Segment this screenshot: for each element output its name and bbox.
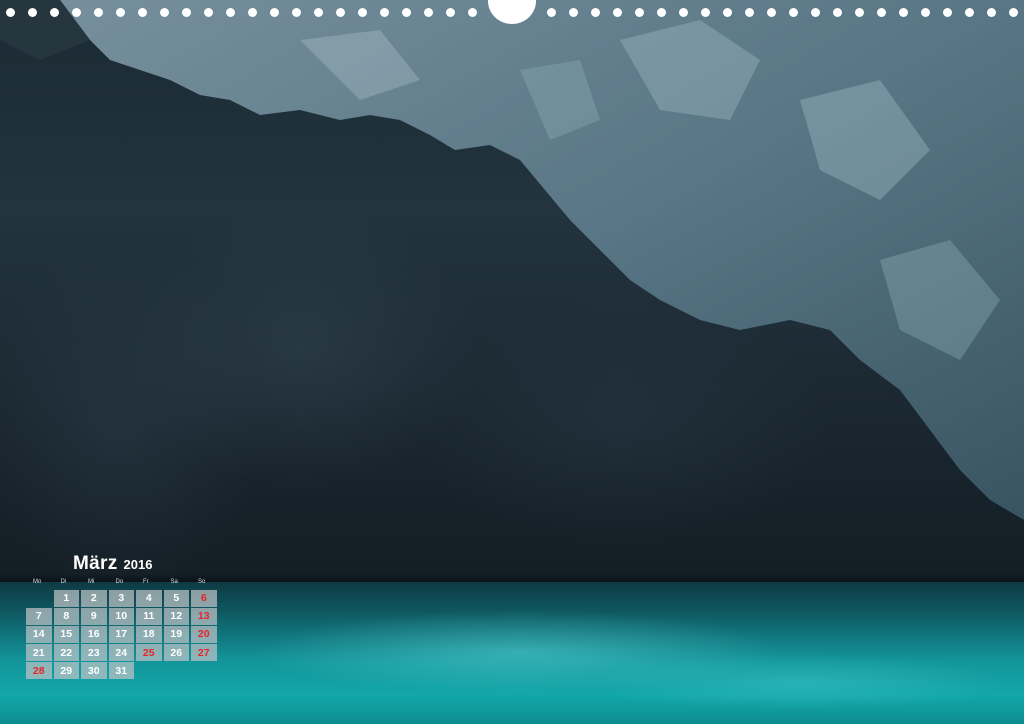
binding-hole	[358, 7, 367, 17]
day-cell: 8	[53, 608, 79, 625]
weekday-label: Fr	[143, 579, 149, 585]
day-cell: 15	[53, 626, 79, 643]
day-cell: 12	[163, 608, 189, 625]
binding-hole	[921, 7, 930, 17]
day-cell: 9	[81, 608, 107, 625]
binding-hole	[943, 7, 952, 17]
binding-hole	[468, 7, 477, 17]
binding-hole	[701, 7, 710, 17]
binding-hole	[811, 7, 820, 17]
day-cell: 29	[53, 662, 79, 679]
day-cell: 16	[81, 626, 107, 643]
calendar-header: März 2016	[26, 553, 226, 579]
day-cell: 20	[191, 626, 217, 643]
day-cell: 13	[191, 608, 217, 625]
binding-hole	[657, 7, 666, 17]
binding-hole	[789, 7, 798, 17]
day-cell: 21	[26, 644, 52, 661]
binding-hole	[855, 7, 864, 17]
binding-hole	[160, 7, 169, 17]
binding-hole	[270, 7, 279, 17]
binding-hole	[833, 7, 842, 17]
day-cell: 1	[53, 590, 79, 607]
binding-hole	[50, 7, 59, 17]
day-cell: 3	[108, 590, 134, 607]
binding-hole	[292, 7, 301, 17]
binding-hole	[94, 7, 103, 17]
month-calendar: März 2016 Mo Di Mi Do Fr Sa So 123456789…	[26, 553, 226, 679]
binding-hole	[569, 7, 578, 17]
day-cell: 2	[81, 590, 107, 607]
binding-hole	[446, 7, 455, 17]
day-cell: 10	[108, 608, 134, 625]
binding-hole	[591, 7, 600, 17]
day-cell: 7	[26, 608, 52, 625]
weekday-label: Mo	[33, 579, 42, 585]
day-grid: 1 2 3 4 5 6 7 8 9 10 11 12 13 14 15 16 17 18 19 20 21 22 23 24 2…	[26, 590, 226, 679]
binding-hole	[635, 7, 644, 17]
binding-hole	[248, 7, 257, 17]
day-cell: 27	[191, 644, 217, 661]
weekday-label: Mi	[88, 579, 95, 585]
weekday-header-row: Mo Di Mi Do Fr Sa So	[26, 579, 226, 588]
binding-hole	[679, 7, 688, 17]
binding-hole	[336, 7, 345, 17]
binding-hole	[226, 7, 235, 17]
binding-hole	[116, 7, 125, 17]
day-cell: 28	[26, 662, 52, 679]
binding-hole	[723, 7, 732, 17]
binding-hole	[204, 7, 213, 17]
binding-hole	[547, 7, 556, 17]
day-cell: 26	[163, 644, 189, 661]
day-cell: 14	[26, 626, 52, 643]
weekday-label: Do	[115, 579, 124, 585]
day-cell: 31	[108, 662, 134, 679]
binding-hole	[745, 7, 754, 17]
binding-hole	[899, 7, 908, 17]
binding-hole	[28, 7, 37, 17]
day-cell: 23	[81, 644, 107, 661]
binding-hole	[877, 7, 886, 17]
binding-hole	[402, 7, 411, 17]
binding-hole	[138, 7, 147, 17]
year-label: 2016	[123, 557, 153, 572]
binding-hole	[767, 7, 776, 17]
binding-hole	[6, 7, 15, 17]
binding-hole	[613, 7, 622, 17]
day-cell: 25	[136, 644, 162, 661]
day-cell: 5	[163, 590, 189, 607]
binding-hole	[987, 7, 996, 17]
binding-hole	[72, 7, 81, 17]
weekday-label: So	[198, 579, 206, 585]
empty-day-cell	[26, 590, 52, 607]
day-cell: 11	[136, 608, 162, 625]
binding-hole	[965, 7, 974, 17]
day-cell: 30	[81, 662, 107, 679]
calendar-page: März 2016 Mo Di Mi Do Fr Sa So 123456789…	[0, 0, 1024, 724]
month-name: März	[73, 553, 118, 574]
binding-hole	[424, 7, 433, 17]
day-cell: 24	[108, 644, 134, 661]
cave-ceiling-rock	[0, 0, 1024, 520]
day-cell: 18	[136, 626, 162, 643]
binding-hole	[1009, 7, 1018, 17]
day-cell: 4	[136, 590, 162, 607]
weekday-label: Sa	[170, 579, 178, 585]
binding-hole	[182, 7, 191, 17]
day-cell: 19	[163, 626, 189, 643]
weekday-label: Di	[60, 579, 67, 585]
day-cell: 17	[108, 626, 134, 643]
day-cell: 22	[53, 644, 79, 661]
binding-hole	[380, 7, 389, 17]
binding-hole	[314, 7, 323, 17]
day-cell: 6	[191, 590, 217, 607]
